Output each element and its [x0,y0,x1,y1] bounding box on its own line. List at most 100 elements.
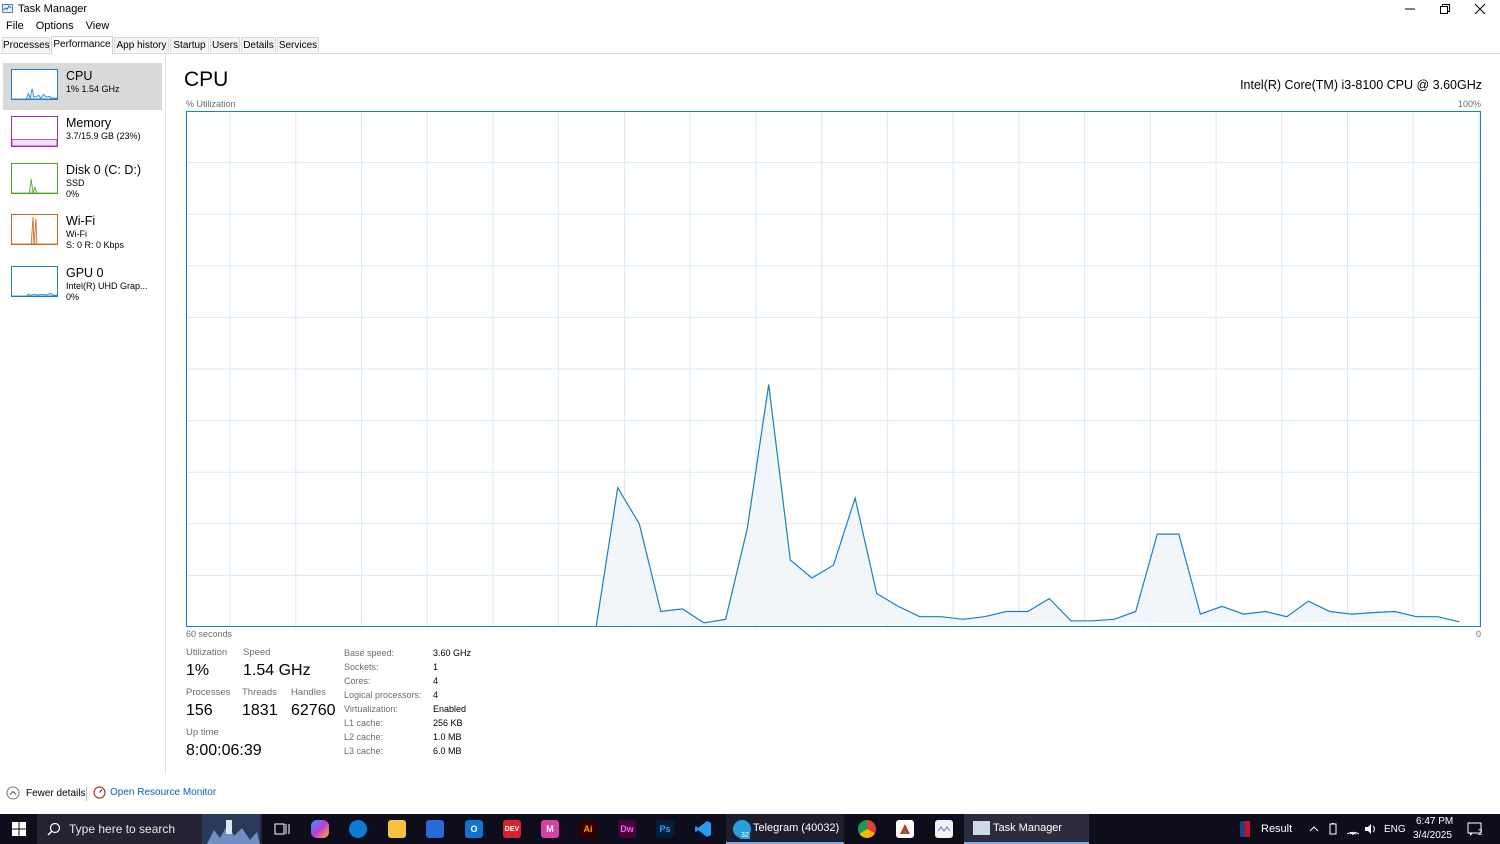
processes-value: 156 [186,702,213,719]
sidebar-item-detail: 0% [66,189,80,199]
notepad-app-icon[interactable] [935,820,953,838]
close-icon [1475,4,1485,14]
processes-label: Processes [186,687,231,698]
cpu-utilization-graph [186,111,1481,627]
spec-value: 1 [433,662,439,672]
language-indicator[interactable]: ENG [1384,824,1406,835]
outlook-icon[interactable]: O [465,820,483,838]
uptime-value: 8:00:06:39 [186,742,262,759]
chrome-icon[interactable] [858,820,876,838]
dreamweaver-icon[interactable]: Dw [618,820,636,838]
spec-label: Virtualization: [344,704,398,714]
taskbar-app-task-manager[interactable]: Task Manager [964,814,1089,844]
telegram-badge: 32 [740,832,750,839]
spec-value: 6.0 MB [433,746,462,756]
clock-date[interactable]: 3/4/2025 [1413,830,1452,841]
sidebar-item-disk[interactable]: Disk 0 (C: D:) SSD 0% [3,157,162,204]
spec-value: 256 KB [433,718,463,728]
taskbar-search-box[interactable]: Type here to search [37,814,262,844]
tab-processes[interactable]: Processes [2,37,50,52]
spec-label: Sockets: [344,662,379,672]
fewer-details-button[interactable]: Fewer details [6,786,85,800]
clock-time[interactable]: 6:47 PM [1416,816,1453,827]
open-resource-monitor-label: Open Resource Monitor [110,787,217,798]
vscode-icon[interactable] [694,820,712,838]
tab-app-history[interactable]: App history [114,37,169,52]
task-manager-label: Task Manager [993,822,1063,834]
nba-result-icon[interactable] [1236,820,1254,838]
illustrator-icon[interactable]: Ai [579,820,597,838]
cpu-thumbnail-graph [11,69,58,100]
sidebar-item-wifi[interactable]: Wi-Fi Wi-Fi S: 0 R: 0 Kbps [3,208,162,255]
file-explorer-icon[interactable] [388,820,406,838]
graph-grid [186,111,1481,627]
performance-sidebar: CPU 1% 1.54 GHz Memory 3.7/15.9 GB (23%)… [0,54,166,774]
graph-min-label: 0 [1475,629,1481,639]
task-manager-taskbar-icon [973,821,990,835]
restore-icon [1440,4,1450,14]
gpu-thumbnail-graph [11,266,58,297]
photoshop-icon[interactable]: Ps [656,820,674,838]
close-button[interactable] [1462,0,1498,18]
spec-value: 4 [433,690,439,700]
task-view-icon[interactable] [273,820,291,838]
spec-label: L1 cache: [344,718,384,728]
taskbar: Type here to search O DEV M Ai Dw Ps 32 … [0,814,1500,844]
notification-count: 2 [1478,828,1483,837]
graph-time-label: 60 seconds [186,629,233,639]
search-placeholder: Type here to search [69,822,176,836]
cpu-model-name: Intel(R) Core(TM) i3-8100 CPU @ 3.60GHz [1240,78,1482,92]
menu-file[interactable]: File [0,18,30,34]
footer-divider [86,787,87,801]
devcpp-icon[interactable]: DEV [503,820,521,838]
sidebar-item-gpu[interactable]: GPU 0 Intel(R) UHD Grap... 0% [3,260,162,307]
taskbar-app-telegram[interactable]: 32 Telegram (40032) [726,814,844,844]
sidebar-item-memory[interactable]: Memory 3.7/15.9 GB (23%) [3,110,162,157]
cisco-packet-icon[interactable] [896,820,914,838]
restore-button[interactable] [1427,0,1463,18]
uptime-label: Up time [186,727,219,738]
windows-logo-icon [11,822,26,836]
sidebar-item-detail: 1% 1.54 GHz [66,84,120,94]
spec-label: Base speed: [344,648,395,658]
widget-result-label[interactable]: Result [1261,823,1292,835]
network-icon[interactable] [1346,823,1360,835]
disk-thumbnail-graph [11,163,58,194]
tab-bar: Processes Performance App history Startu… [0,36,1500,54]
memory-thumbnail-graph [11,116,58,147]
spec-value: 3.60 GHz [433,648,472,658]
menu-options[interactable]: Options [30,18,80,34]
speed-label: Speed [243,647,271,658]
zoomit-icon[interactable]: M [541,820,559,838]
search-highlight-image [202,814,260,844]
page-title: CPU [184,68,229,91]
menu-view[interactable]: View [80,18,116,34]
sidebar-item-cpu[interactable]: CPU 1% 1.54 GHz [3,63,162,110]
tab-services[interactable]: Services [277,37,319,52]
spec-label: L3 cache: [344,746,384,756]
minimize-button[interactable] [1392,0,1428,18]
tab-details[interactable]: Details [241,37,276,52]
task-manager-icon [2,4,13,13]
volume-icon[interactable] [1364,823,1378,835]
edge-icon[interactable] [349,820,367,838]
sidebar-item-label: Wi-Fi [66,214,96,228]
sidebar-item-label: Memory [66,116,112,130]
battery-icon[interactable] [1327,823,1339,835]
sidebar-item-label: CPU [66,69,93,83]
store-icon[interactable] [426,820,444,838]
wifi-thumbnail-graph [11,214,58,245]
sidebar-item-detail: S: 0 R: 0 Kbps [66,240,125,250]
start-button[interactable] [0,814,37,844]
sidebar-item-label: GPU 0 [66,266,104,280]
tab-users[interactable]: Users [210,37,240,52]
telegram-label: Telegram (40032) [753,822,840,834]
threads-value: 1831 [242,702,278,719]
utilization-value: 1% [186,662,210,679]
tab-performance[interactable]: Performance [51,36,113,54]
copilot-icon[interactable] [311,820,329,838]
open-resource-monitor-link[interactable]: Open Resource Monitor [93,786,216,799]
tab-startup[interactable]: Startup [170,37,209,52]
graph-y-label: % Utilization [186,99,236,109]
chevron-up-icon[interactable] [1309,824,1319,834]
